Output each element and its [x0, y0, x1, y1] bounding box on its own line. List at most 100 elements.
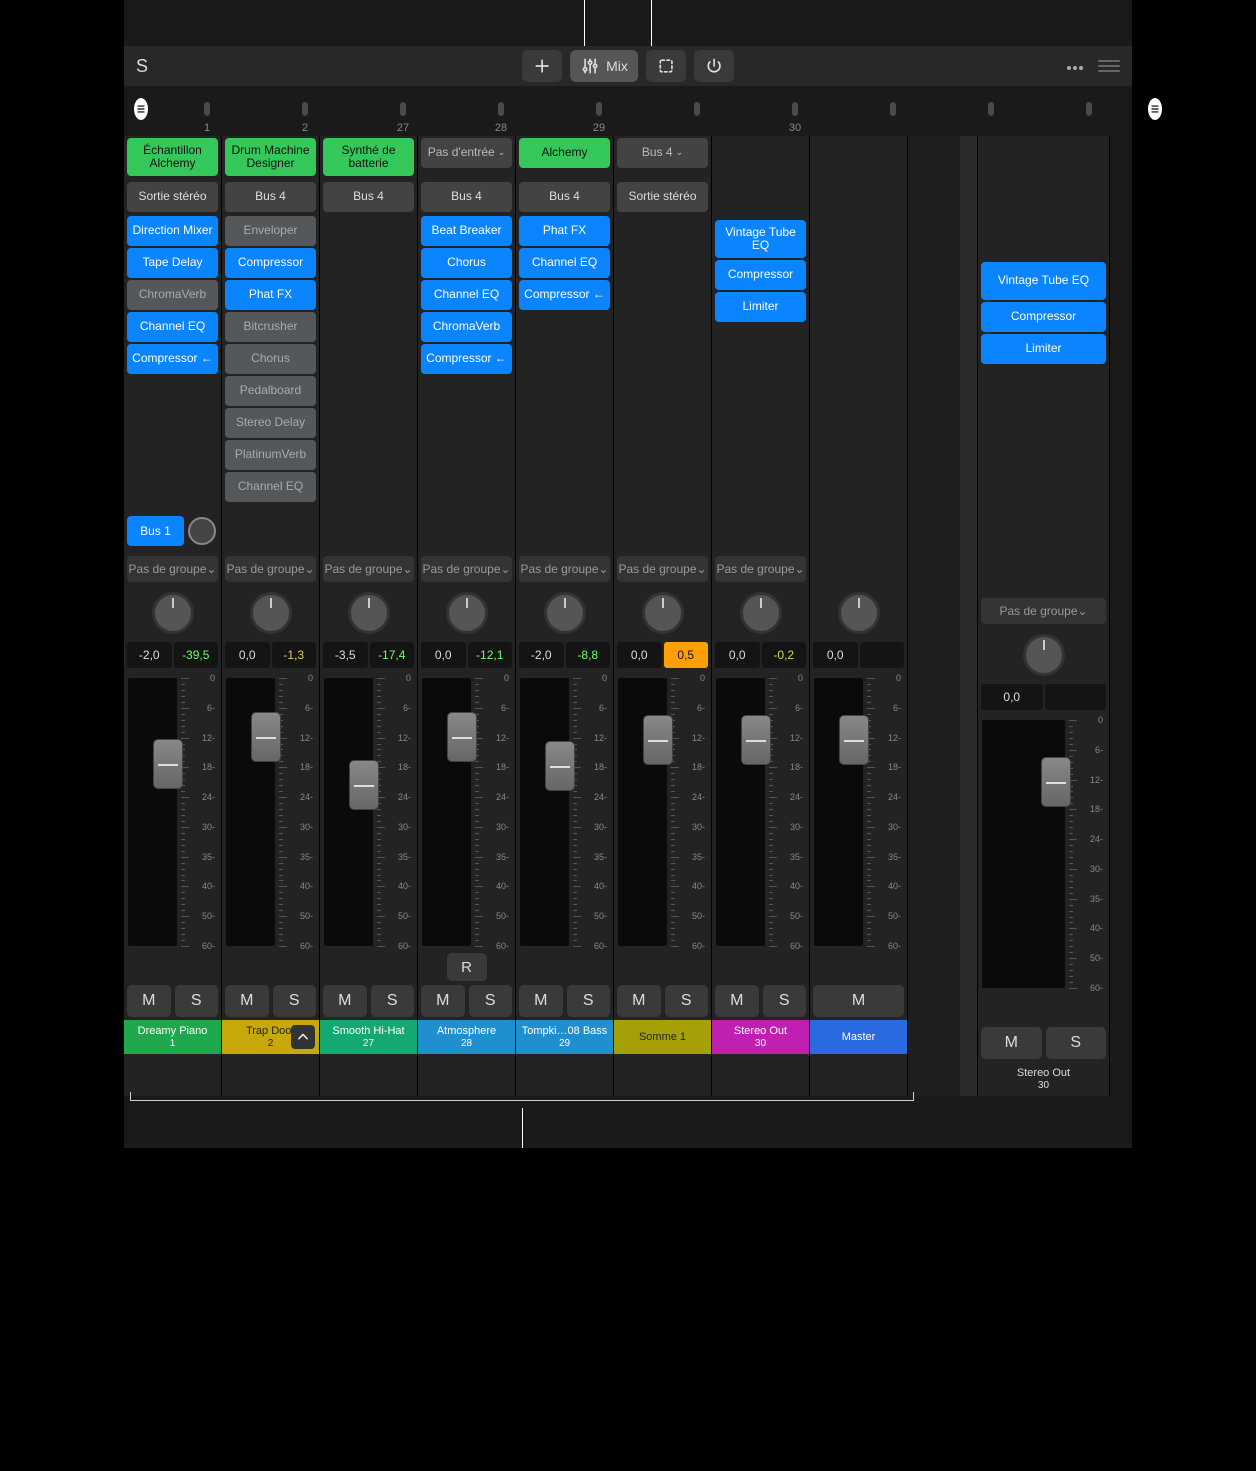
plugin-slot[interactable]: Beat Breaker	[421, 216, 512, 246]
plugin-slot[interactable]: Vintage Tube EQ	[715, 220, 806, 258]
mute-button[interactable]: M	[127, 985, 171, 1017]
track-name[interactable]: Somme 1	[614, 1020, 711, 1054]
solo-button[interactable]: S	[371, 985, 415, 1017]
plugin-slot[interactable]: Compressor ←	[519, 280, 610, 310]
pan-knob[interactable]	[446, 592, 488, 634]
track-name[interactable]: Stereo Out30	[978, 1062, 1109, 1096]
track-name[interactable]: Stereo Out30	[712, 1020, 809, 1054]
group-selector[interactable]: Pas de groupe⌄	[715, 556, 806, 582]
solo-button[interactable]: S	[273, 985, 317, 1017]
group-selector[interactable]: Pas de groupe⌄	[323, 556, 414, 582]
solo-button[interactable]: S	[1046, 1027, 1107, 1059]
plugin-slot[interactable]: Pedalboard	[225, 376, 316, 406]
plugin-slot[interactable]: Bus 4⌄	[617, 138, 708, 168]
plugin-slot[interactable]: Synthé de batterie	[323, 138, 414, 176]
track-name[interactable]: Dreamy Piano1	[124, 1020, 221, 1054]
plugin-slot[interactable]: Compressor	[981, 302, 1106, 332]
plugin-slot[interactable]: Échantillon Alchemy	[127, 138, 218, 176]
overview-track[interactable]	[1040, 86, 1138, 136]
overview-track[interactable]: 28	[452, 86, 550, 136]
drag-handle[interactable]	[1098, 60, 1120, 72]
fader-cap[interactable]	[251, 712, 281, 762]
plugin-slot[interactable]: Chorus	[225, 344, 316, 374]
solo-button[interactable]: S	[665, 985, 709, 1017]
fader-cap[interactable]	[1041, 757, 1071, 807]
send-knob[interactable]	[188, 517, 216, 545]
plugin-slot[interactable]: Phat FX	[225, 280, 316, 310]
fader-cap[interactable]	[349, 760, 379, 810]
overview-track[interactable]: 27	[354, 86, 452, 136]
fader-cap[interactable]	[741, 715, 771, 765]
mix-view-button[interactable]: Mix	[570, 50, 638, 82]
group-selector[interactable]: Pas de groupe⌄	[617, 556, 708, 582]
overview-menu-right-button[interactable]	[1148, 98, 1162, 120]
plugin-slot[interactable]: Limiter	[981, 334, 1106, 364]
plugin-slot[interactable]: Alchemy	[519, 138, 610, 168]
overview-track[interactable]: 2	[256, 86, 354, 136]
overview-menu-button[interactable]	[134, 98, 148, 120]
plugin-slot[interactable]: PlatinumVerb	[225, 440, 316, 470]
solo-button[interactable]: S	[175, 985, 219, 1017]
mute-button[interactable]: M	[981, 1027, 1042, 1059]
plugin-slot[interactable]: Stereo Delay	[225, 408, 316, 438]
plugin-slot[interactable]: Bitcrusher	[225, 312, 316, 342]
plugin-slot[interactable]: Compressor ←	[127, 344, 218, 374]
overview-track[interactable]: 29	[550, 86, 648, 136]
mute-button[interactable]: M	[813, 985, 904, 1017]
fader-cap[interactable]	[545, 741, 575, 791]
plugin-slot[interactable]: Channel EQ	[225, 472, 316, 502]
plugin-slot[interactable]: Drum Machine Designer	[225, 138, 316, 176]
track-name[interactable]: Master	[810, 1020, 907, 1054]
overview-track[interactable]: 30	[746, 86, 844, 136]
pan-knob[interactable]	[838, 592, 880, 634]
plugin-slot[interactable]: Bus 4	[323, 182, 414, 212]
mute-button[interactable]: M	[421, 985, 465, 1017]
plugin-slot[interactable]: Enveloper	[225, 216, 316, 246]
track-name[interactable]: Atmosphere28	[418, 1020, 515, 1054]
pan-knob[interactable]	[642, 592, 684, 634]
plugin-slot[interactable]: Compressor	[225, 248, 316, 278]
plugin-slot[interactable]: Bus 4	[225, 182, 316, 212]
send-slot[interactable]: Bus 1	[127, 516, 184, 546]
plugin-slot[interactable]: Compressor ←	[421, 344, 512, 374]
power-button[interactable]	[694, 50, 734, 82]
plugin-slot[interactable]: Bus 4	[421, 182, 512, 212]
selection-button[interactable]	[646, 50, 686, 82]
plugin-slot[interactable]: Sortie stéréo	[617, 182, 708, 212]
plugin-slot[interactable]: ChromaVerb	[421, 312, 512, 342]
plugin-slot[interactable]: Sortie stéréo	[127, 182, 218, 212]
plugin-slot[interactable]: Channel EQ	[519, 248, 610, 278]
group-selector[interactable]: Pas de groupe⌄	[981, 598, 1106, 624]
pan-knob[interactable]	[348, 592, 390, 634]
plugin-slot[interactable]: ChromaVerb	[127, 280, 218, 310]
pan-knob[interactable]	[740, 592, 782, 634]
plugin-slot[interactable]: Chorus	[421, 248, 512, 278]
mute-button[interactable]: M	[519, 985, 563, 1017]
group-selector[interactable]: Pas de groupe⌄	[225, 556, 316, 582]
plugin-slot[interactable]: Bus 4	[519, 182, 610, 212]
solo-button[interactable]: S	[763, 985, 807, 1017]
fader-cap[interactable]	[839, 715, 869, 765]
fader-cap[interactable]	[447, 712, 477, 762]
pan-knob[interactable]	[1023, 634, 1065, 676]
group-selector[interactable]: Pas de groupe⌄	[127, 556, 218, 582]
group-selector[interactable]: Pas de groupe⌄	[519, 556, 610, 582]
plugin-slot[interactable]: Phat FX	[519, 216, 610, 246]
mute-button[interactable]: M	[617, 985, 661, 1017]
track-name[interactable]: Trap Door2	[222, 1020, 319, 1054]
expand-button[interactable]	[291, 1025, 315, 1049]
plugin-slot[interactable]: Compressor	[715, 260, 806, 290]
plugin-slot[interactable]: Limiter	[715, 292, 806, 322]
mute-button[interactable]: M	[225, 985, 269, 1017]
plugin-slot[interactable]: Channel EQ	[127, 312, 218, 342]
fader-cap[interactable]	[153, 739, 183, 789]
fader-cap[interactable]	[643, 715, 673, 765]
pan-knob[interactable]	[250, 592, 292, 634]
plugin-slot[interactable]: Channel EQ	[421, 280, 512, 310]
solo-button[interactable]: S	[567, 985, 611, 1017]
solo-indicator[interactable]: S	[136, 56, 161, 77]
plugin-slot[interactable]: Pas d'entrée⌄	[421, 138, 512, 168]
overview-track[interactable]	[648, 86, 746, 136]
plugin-slot[interactable]: Tape Delay	[127, 248, 218, 278]
group-selector[interactable]: Pas de groupe⌄	[421, 556, 512, 582]
